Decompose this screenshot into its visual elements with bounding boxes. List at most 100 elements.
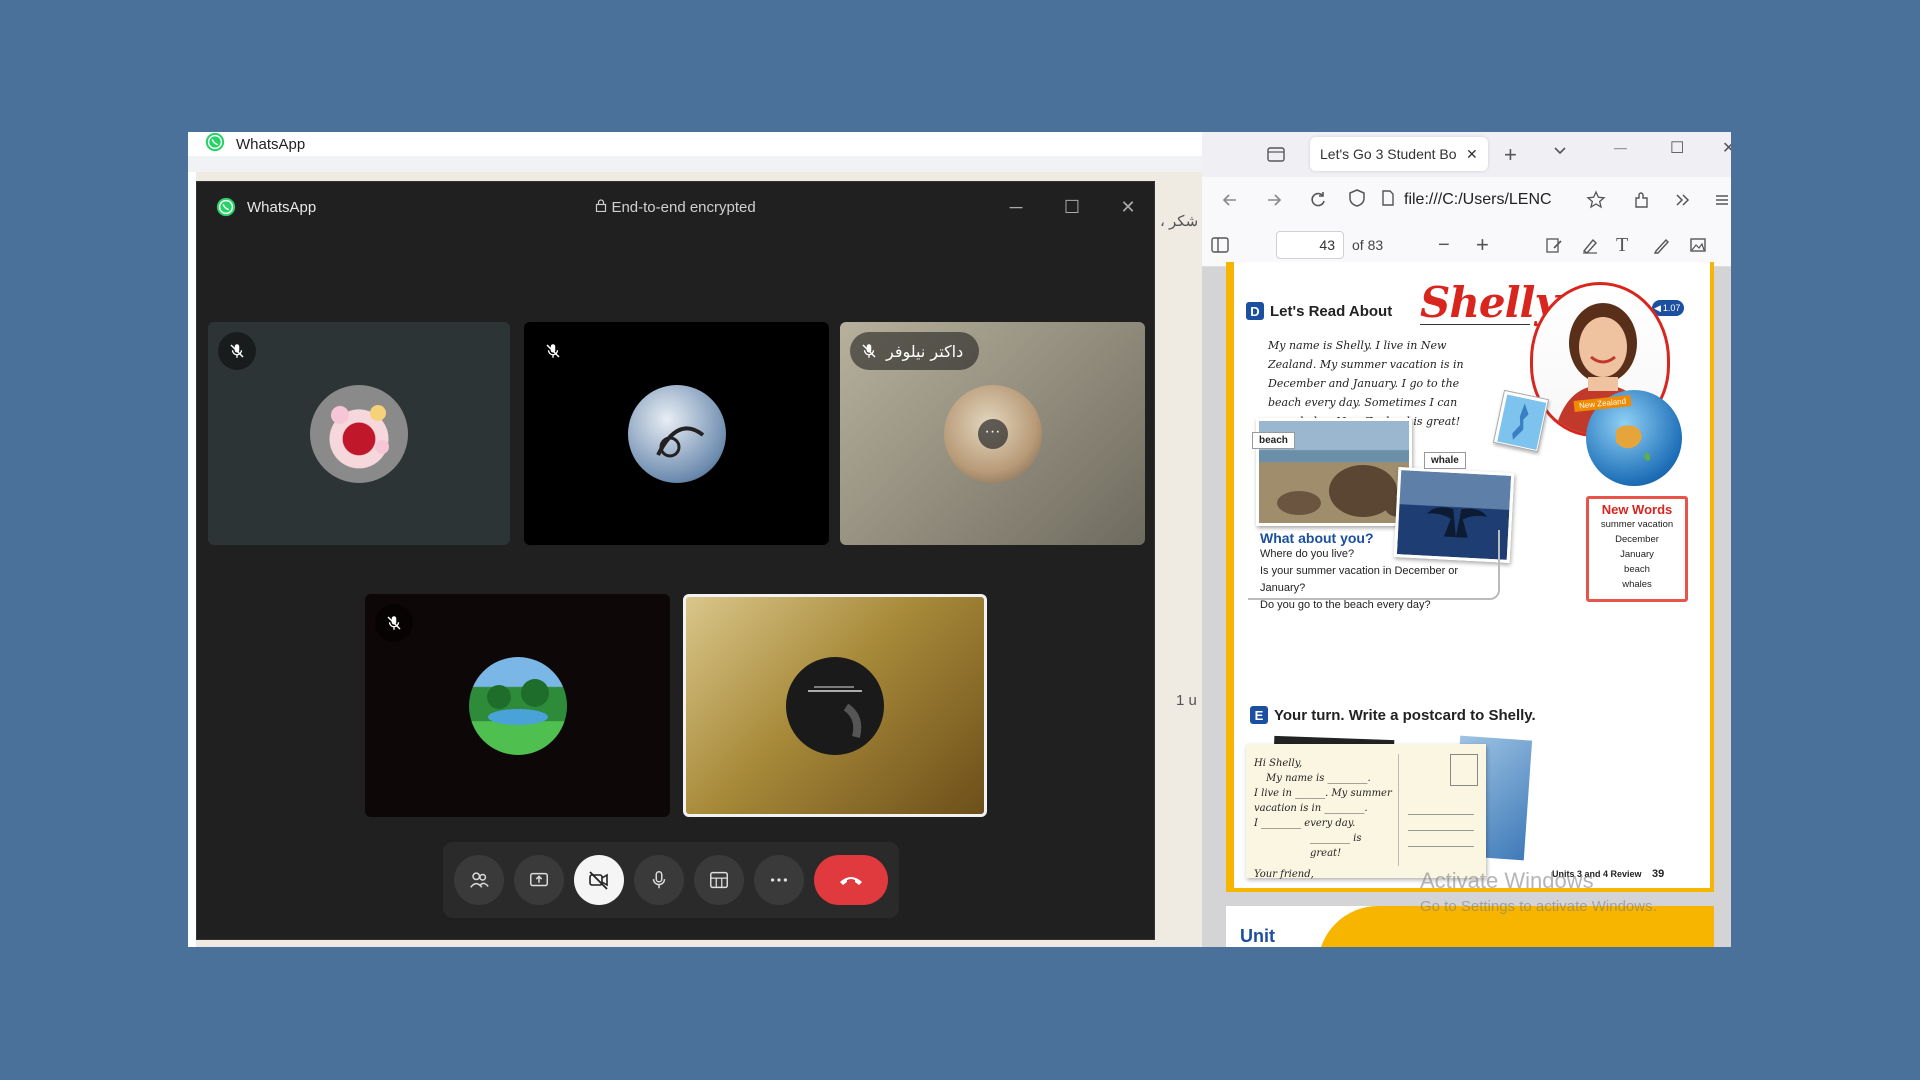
zoom-in-icon[interactable]: + — [1476, 223, 1489, 267]
section-e-badge: E — [1250, 706, 1268, 724]
whatsapp-logo-icon — [215, 196, 237, 218]
overflow-chevrons-icon[interactable] — [1674, 177, 1692, 223]
question-1: Where do you live? — [1260, 548, 1355, 560]
tab-overview-icon[interactable] — [1266, 144, 1286, 169]
whatsapp-call-window: WhatsApp End-to-end encrypted ─ ☐ ✕ داکت… — [196, 181, 1155, 940]
participant-avatar — [627, 384, 726, 483]
call-titlebar: WhatsApp End-to-end encrypted ─ ☐ ✕ — [197, 182, 1154, 232]
page-icon — [1380, 189, 1396, 212]
highlight-icon[interactable] — [1580, 223, 1600, 267]
question-2: Is your summer vacation in December or J… — [1260, 565, 1459, 594]
reload-icon[interactable] — [1308, 177, 1328, 223]
participants-icon — [470, 872, 489, 888]
page-count: of 83 — [1352, 237, 1384, 253]
url-text: file:///C:/Users/LENC — [1404, 191, 1552, 208]
mic-off-icon — [218, 332, 256, 370]
postcard-line: Your friend, — [1254, 869, 1314, 880]
layout-button[interactable] — [694, 855, 744, 905]
participant-avatar — [468, 656, 567, 755]
participant-tile-3[interactable]: داکتر نیلوفر ··· — [840, 322, 1145, 545]
minimize-button[interactable]: ─ — [1614, 138, 1627, 159]
microphone-icon — [652, 871, 666, 889]
mic-off-icon — [860, 342, 878, 360]
microphone-button[interactable] — [634, 855, 684, 905]
text-tool-icon[interactable]: T — [1616, 223, 1628, 267]
what-about-you-title: What about you? — [1260, 530, 1374, 546]
new-word: beach — [1624, 564, 1650, 575]
section-d-heading: D Let's Read About — [1246, 302, 1392, 320]
postcard: Hi Shelly, My name is ________. I live i… — [1246, 744, 1486, 880]
postcard-line: vacation is in ________. — [1254, 803, 1368, 814]
mic-off-icon — [534, 332, 572, 370]
image-tool-icon[interactable] — [1688, 223, 1708, 267]
new-word: January — [1620, 549, 1654, 560]
tab-title: Let's Go 3 Student Bo — [1320, 146, 1457, 162]
section-e-heading: E Your turn. Write a postcard to Shelly. — [1250, 706, 1536, 724]
shelly-title: Shelly — [1420, 278, 1559, 327]
new-word: whales — [1622, 579, 1652, 590]
close-tab-icon[interactable]: ✕ — [1466, 146, 1478, 163]
new-tab-icon[interactable]: + — [1504, 142, 1517, 168]
bookmark-star-icon[interactable] — [1586, 177, 1606, 223]
end-call-button[interactable] — [814, 855, 888, 905]
page-number-input[interactable] — [1276, 231, 1344, 259]
participant-tile-5-active-speaker[interactable] — [683, 594, 987, 817]
encryption-label: End-to-end encrypted — [611, 198, 756, 216]
new-words-box: New Words summer vacation December Janua… — [1586, 496, 1688, 602]
zoom-out-icon[interactable]: − — [1438, 223, 1450, 267]
end-call-icon — [840, 877, 862, 885]
question-3: Do you go to the beach every day? — [1260, 599, 1431, 611]
close-button[interactable]: ✕ — [1114, 197, 1142, 218]
pdf-toolbar: of 83 − + T — [1202, 223, 1731, 267]
pdf-page: D Let's Read About Shelly ◀ 1.07 New Zeal… — [1226, 262, 1714, 892]
minimize-button[interactable]: ─ — [1002, 197, 1030, 218]
grid-layout-icon — [710, 871, 728, 889]
what-about-you-box: What about you? Where do you live? Is yo… — [1248, 530, 1500, 611]
draw-icon[interactable] — [1652, 223, 1672, 267]
edit-text-icon[interactable] — [1544, 223, 1564, 267]
participants-button[interactable] — [454, 855, 504, 905]
participant-tile-2[interactable] — [524, 322, 829, 545]
url-bar[interactable]: file:///C:/Users/LENC — [1348, 183, 1598, 217]
menu-icon[interactable] — [1714, 177, 1730, 223]
participant-avatar — [310, 384, 408, 483]
lock-icon — [595, 198, 611, 216]
postcard-line: My name is ________. — [1266, 773, 1371, 784]
whatsapp-main-titlebar: WhatsApp — [188, 132, 1202, 156]
navigation-bar: file:///C:/Users/LENC — [1202, 177, 1731, 223]
call-controls — [443, 842, 899, 918]
new-word: summer vacation — [1600, 519, 1674, 530]
postcard-divider — [1398, 754, 1399, 866]
forward-icon[interactable] — [1264, 177, 1284, 223]
more-button[interactable] — [754, 855, 804, 905]
nz-map-card — [1492, 389, 1550, 453]
maximize-button[interactable]: ☐ — [1670, 138, 1684, 158]
postcard-line: I ________ every day. — [1254, 818, 1356, 829]
postcard-line: I live in ______. My summer — [1254, 788, 1392, 799]
extensions-icon[interactable] — [1632, 177, 1652, 223]
camera-toggle-button[interactable] — [574, 855, 624, 905]
share-screen-icon — [530, 872, 548, 887]
participant-name: داکتر نیلوفر — [886, 341, 964, 361]
participant-tile-1[interactable] — [208, 322, 510, 545]
whale-label: whale — [1424, 452, 1466, 469]
back-icon[interactable] — [1220, 177, 1240, 223]
title-underline — [1420, 324, 1530, 325]
more-icon — [770, 878, 788, 882]
postcard-stamp-box — [1450, 754, 1478, 786]
participant-tile-4[interactable] — [365, 594, 670, 817]
tab-pdf[interactable]: Let's Go 3 Student Bo ✕ — [1310, 137, 1488, 171]
sidebar-toggle-icon[interactable] — [1210, 223, 1230, 267]
chevron-down-icon[interactable] — [1552, 142, 1568, 163]
beach-label: beach — [1252, 432, 1295, 449]
maximize-button[interactable]: ☐ — [1058, 197, 1086, 218]
share-screen-button[interactable] — [514, 855, 564, 905]
close-button[interactable]: ✕ — [1722, 138, 1731, 158]
new-word: December — [1615, 534, 1659, 545]
mic-off-icon — [375, 604, 413, 642]
call-window-title: WhatsApp — [247, 198, 317, 216]
activate-windows-title: Activate Windows — [1420, 868, 1594, 893]
shield-icon[interactable] — [1348, 188, 1366, 213]
more-options-icon[interactable]: ··· — [977, 418, 1008, 449]
browser-window: Let's Go 3 Student Bo ✕ + ─ ☐ ✕ file:///… — [1202, 132, 1731, 947]
